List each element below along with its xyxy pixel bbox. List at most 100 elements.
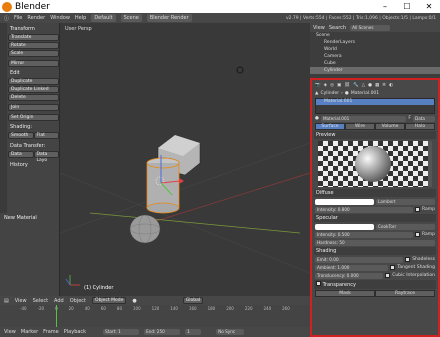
minimize-button[interactable]: – (374, 0, 396, 13)
modifiers-tab-icon[interactable]: 🔧 (353, 83, 359, 88)
transform-panel-header[interactable]: Transform (8, 25, 59, 33)
mirror-button[interactable]: Mirror (8, 60, 59, 67)
end-frame-field[interactable]: End: 250 (144, 329, 181, 335)
mode-dropdown[interactable]: Object Mode (92, 297, 127, 304)
timeline-menu-frame[interactable]: Frame (43, 329, 59, 335)
scene-tab-icon[interactable]: ◈ (324, 83, 327, 88)
smooth-button[interactable]: Smooth (8, 132, 34, 139)
preview-panel-header[interactable]: Preview (314, 131, 436, 139)
maximize-button[interactable]: ☐ (396, 0, 418, 13)
translucency-field[interactable]: Translucency: 0.000 (315, 272, 384, 279)
outliner-row-renderlayers[interactable]: RenderLayers (310, 39, 440, 46)
shadeless-checkbox[interactable] (405, 257, 411, 262)
close-button[interactable]: ✕ (418, 0, 440, 13)
scale-button[interactable]: Scale (8, 50, 59, 57)
outliner-row-cube[interactable]: Cube (310, 60, 440, 67)
physics-tab-icon[interactable]: ◐ (389, 83, 393, 88)
menu-help[interactable]: Help (75, 15, 86, 21)
timeline-menu-view[interactable]: View (4, 329, 16, 335)
specular-shader-dropdown[interactable]: CookTorr (376, 223, 435, 230)
scene-dropdown[interactable]: Scene (120, 14, 142, 22)
mask-button[interactable]: Mask (315, 290, 375, 297)
constraints-tab-icon[interactable]: ⛓ (344, 83, 350, 88)
current-frame-marker[interactable] (56, 305, 57, 327)
layout-dropdown[interactable]: Default (91, 14, 116, 22)
tool-shelf-tabs[interactable] (0, 23, 7, 213)
outliner-row-world[interactable]: World (310, 46, 440, 53)
viewport-menu-add[interactable]: Add (54, 298, 64, 304)
render-engine-dropdown[interactable]: Blender Render (146, 14, 192, 22)
diffuse-shader-dropdown[interactable]: Lambert (376, 198, 435, 205)
viewport-menu-view[interactable]: View (15, 298, 27, 304)
material-tab-icon[interactable]: ● (368, 83, 372, 88)
viewport-menu-select[interactable]: Select (33, 298, 48, 304)
object-tab-icon[interactable]: ▣ (337, 83, 341, 88)
scenes-dropdown[interactable]: All Scenes (350, 24, 391, 31)
tab-halo[interactable]: Halo (405, 123, 435, 130)
rotate-button[interactable]: Rotate (8, 42, 59, 49)
current-frame-field[interactable]: 1 (185, 329, 202, 335)
tab-wire[interactable]: Wire (345, 123, 375, 130)
tab-surface[interactable]: Surface (315, 123, 345, 130)
emit-field[interactable]: Emit: 0.00 (315, 256, 404, 263)
flat-button[interactable]: Flat (33, 132, 59, 139)
timeline-menu-marker[interactable]: Marker (21, 329, 38, 335)
diffuse-color-swatch[interactable] (315, 198, 374, 205)
world-tab-icon[interactable]: ◎ (330, 83, 334, 88)
tab-volume[interactable]: Volume (375, 123, 405, 130)
transparency-panel-header[interactable]: Transparency (314, 280, 436, 289)
diffuse-intensity-field[interactable]: Intensity: 0.800 (315, 206, 413, 213)
data-button[interactable]: Data (8, 151, 34, 158)
orientation-dropdown[interactable]: Global (182, 297, 204, 304)
view3d-menu-icon[interactable]: ▤ (4, 298, 9, 304)
delete-button[interactable]: Delete (8, 94, 59, 101)
set-origin-button[interactable]: Set Origin (8, 114, 59, 121)
edit-panel-header[interactable]: Edit (8, 69, 59, 77)
material-name-field[interactable]: Material.001 (320, 115, 407, 122)
render-tab-icon[interactable]: 📷 (315, 83, 321, 88)
menu-window[interactable]: Window (50, 15, 70, 21)
outliner-menu-view[interactable]: View (313, 25, 325, 31)
shading-panel-header[interactable]: Shading (314, 247, 436, 255)
info-icon[interactable]: ⓘ (4, 15, 9, 22)
outliner-menu-search[interactable]: Search (329, 25, 346, 31)
texture-tab-icon[interactable]: ▦ (375, 83, 379, 88)
data-layout-button[interactable]: Data Layo (33, 151, 59, 163)
link-dropdown[interactable]: Data (413, 115, 435, 122)
material-slot-list[interactable]: Material.001 (315, 98, 435, 114)
shading-sphere-icon[interactable]: ● (132, 298, 136, 304)
new-material-header[interactable]: New Material (2, 214, 39, 222)
join-button[interactable]: Join (8, 104, 59, 111)
specular-ramp-checkbox[interactable] (414, 232, 420, 237)
diffuse-ramp-checkbox[interactable] (414, 207, 420, 212)
material-browse-icon[interactable]: ● (315, 116, 319, 121)
outliner-row-scene[interactable]: Scene (310, 32, 440, 39)
history-panel-header[interactable]: History (8, 161, 59, 169)
duplicate-button[interactable]: Duplicate (8, 78, 59, 85)
diffuse-panel-header[interactable]: Diffuse (314, 189, 436, 197)
sync-dropdown[interactable]: No Sync (216, 329, 245, 335)
specular-panel-header[interactable]: Specular (314, 214, 436, 222)
duplicate-linked-button[interactable]: Duplicate Linked (8, 86, 59, 93)
outliner-row-cylinder[interactable]: Cylinder (310, 67, 440, 74)
material-slot-item[interactable]: Material.001 (316, 99, 434, 105)
cubic-interpolation-checkbox[interactable] (385, 273, 391, 278)
start-frame-field[interactable]: Start: 1 (103, 329, 140, 335)
timeline-menu-playback[interactable]: Playback (64, 329, 86, 335)
outliner-row-camera[interactable]: Camera (310, 53, 440, 60)
specular-color-swatch[interactable] (315, 223, 374, 230)
translate-button[interactable]: Translate (8, 34, 59, 41)
3d-viewport[interactable] (60, 23, 310, 296)
viewport-menu-object[interactable]: Object (70, 298, 86, 304)
raytrace-button[interactable]: Raytrace (375, 290, 435, 297)
menu-render[interactable]: Render (27, 15, 45, 21)
transparency-checkbox[interactable] (316, 281, 321, 286)
ambient-field[interactable]: Ambient: 1.000 (315, 264, 389, 271)
data-tab-icon[interactable]: △ (362, 83, 365, 88)
hardness-field[interactable]: Hardness: 50 (315, 239, 435, 246)
fake-user-toggle[interactable]: F (408, 116, 411, 121)
particles-tab-icon[interactable]: ✲ (382, 83, 386, 88)
tangent-shading-checkbox[interactable] (390, 265, 396, 270)
menu-file[interactable]: File (14, 15, 22, 21)
timeline[interactable]: -40 -20 0 20 40 60 80 100 120 140 160 18… (0, 305, 310, 327)
